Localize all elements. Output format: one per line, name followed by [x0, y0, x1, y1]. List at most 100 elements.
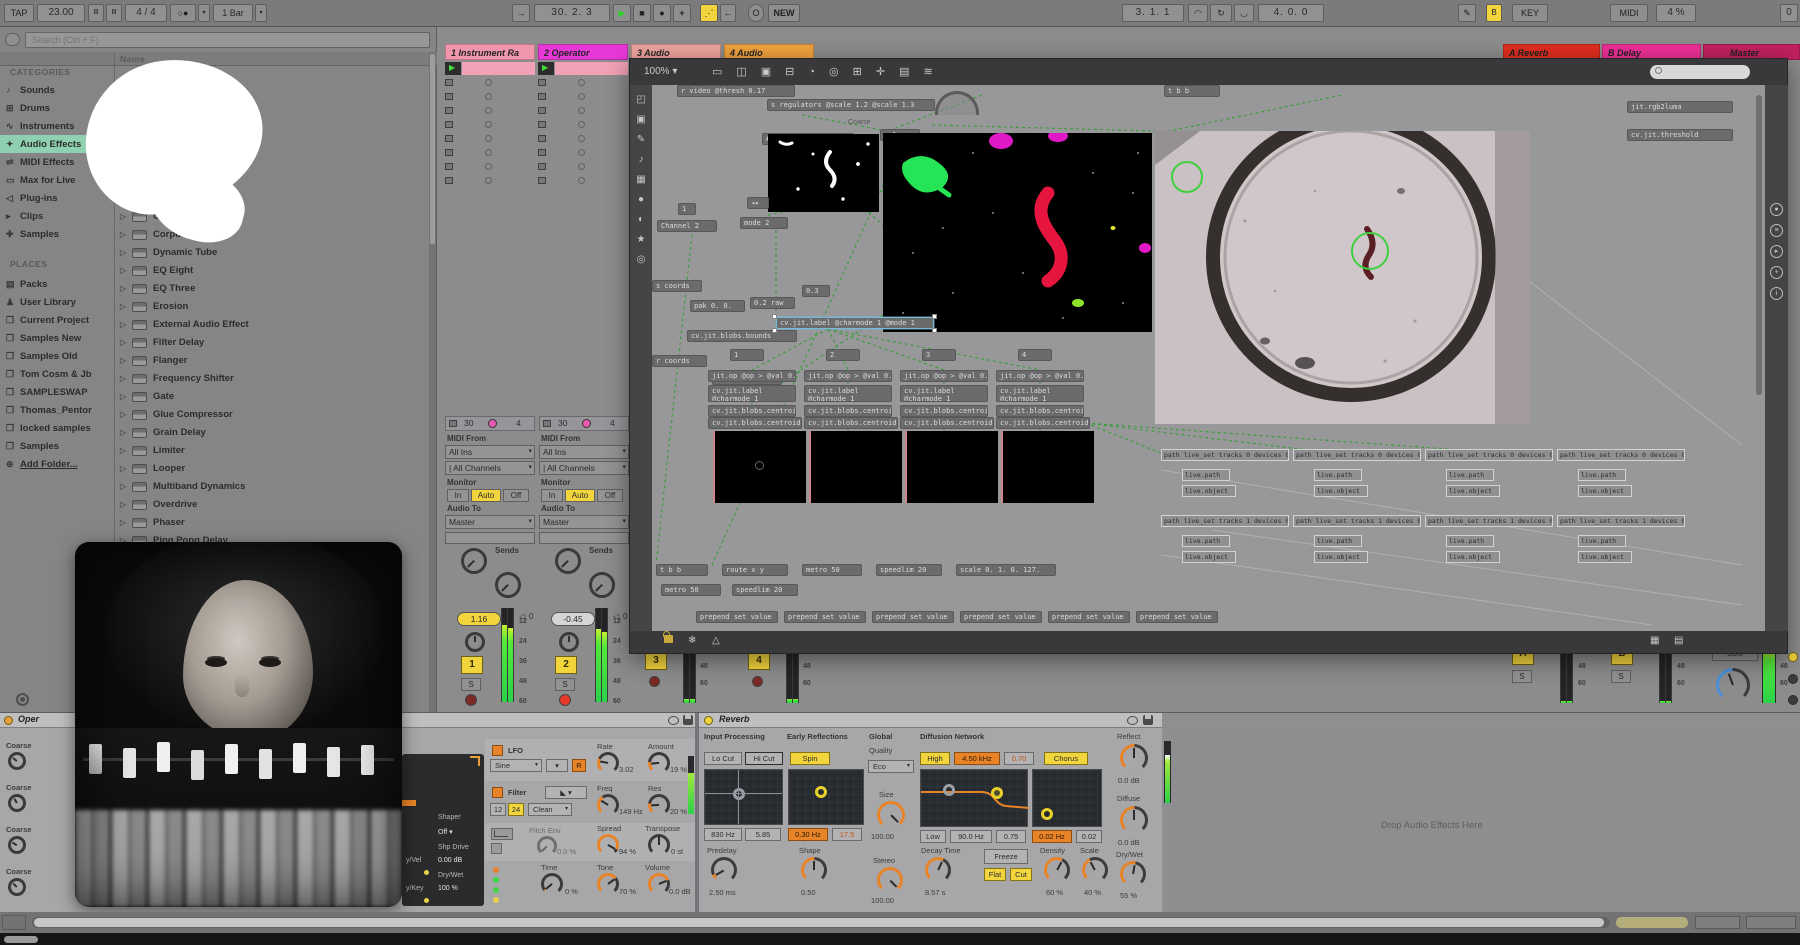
- filter-res-knob[interactable]: [648, 794, 670, 816]
- max-object-box[interactable]: Channel 2: [657, 220, 717, 232]
- track-solo-button[interactable]: S: [461, 678, 481, 691]
- punch-out-icon[interactable]: ◡: [1234, 4, 1254, 22]
- max-comment[interactable]: Coarse: [848, 119, 871, 126]
- flat-button[interactable]: Flat: [984, 868, 1006, 881]
- follow-b-badge[interactable]: B: [1486, 4, 1502, 22]
- max-object-box[interactable]: live.object: [1182, 485, 1236, 497]
- places-item[interactable]: ❐Thomas_Pentor: [0, 401, 114, 419]
- hot-swap-icon[interactable]: [668, 716, 679, 725]
- decay-knob[interactable]: [925, 857, 951, 883]
- expand-triangle-icon[interactable]: ▷: [120, 280, 132, 298]
- expand-triangle-icon[interactable]: ▷: [120, 424, 132, 442]
- places-item[interactable]: ❐Samples New: [0, 329, 114, 347]
- spread-value[interactable]: 94 %: [619, 847, 636, 856]
- clip-stop-button[interactable]: [538, 135, 546, 142]
- max-object-box[interactable]: live.object: [1578, 485, 1632, 497]
- high-amt-value[interactable]: 0.70: [1004, 752, 1034, 765]
- session-record-button[interactable]: O: [748, 4, 764, 22]
- send-a-knob[interactable]: [461, 548, 487, 574]
- max-object-box[interactable]: live.object: [1314, 551, 1368, 563]
- expand-triangle-icon[interactable]: ▷: [120, 262, 132, 280]
- size-knob[interactable]: [877, 801, 905, 829]
- clip-slot-circle-icon[interactable]: [578, 163, 585, 170]
- input-freq-value[interactable]: 830 Hz: [704, 828, 742, 841]
- shape-value[interactable]: 0.50: [801, 888, 816, 897]
- clip-play-button[interactable]: ▶: [538, 62, 554, 75]
- save-preset-icon[interactable]: [1143, 715, 1153, 725]
- reverb-device-header[interactable]: Reverb: [699, 713, 1162, 728]
- max-message-box[interactable]: prepend set value: [696, 611, 778, 623]
- loop-button[interactable]: ↻: [1210, 4, 1232, 22]
- play-button[interactable]: ▶: [613, 4, 631, 22]
- low-shelf-button[interactable]: Low: [920, 830, 946, 843]
- track-volume-display[interactable]: 1.16: [457, 612, 501, 626]
- clip-slot-circle-icon[interactable]: [578, 177, 585, 184]
- clip-stop-button[interactable]: [445, 177, 453, 184]
- max-message-box[interactable]: prepend set value: [960, 611, 1042, 623]
- amount-value[interactable]: 19 %: [670, 765, 687, 774]
- op-drywet-value[interactable]: 100 %: [438, 885, 458, 892]
- stop-all-clips-button[interactable]: [1788, 652, 1798, 662]
- max-object-box[interactable]: pak 0. 0.: [690, 300, 745, 312]
- chorus-button[interactable]: Chorus: [1044, 752, 1088, 765]
- shaper-value[interactable]: Off ▾: [438, 828, 453, 836]
- tone-value[interactable]: 70 %: [619, 887, 636, 896]
- max-object-box[interactable]: cv.jit.threshold: [1627, 129, 1733, 141]
- track3-arm-button[interactable]: [649, 676, 660, 687]
- device-activator-icon[interactable]: [4, 716, 13, 725]
- clip-stop-button[interactable]: [445, 135, 453, 142]
- clip-stop-button[interactable]: [538, 149, 546, 156]
- nudge-up-button[interactable]: Ⅲ: [106, 4, 122, 22]
- horizontal-scrollbar-thumb[interactable]: [34, 918, 1604, 927]
- max-path-message[interactable]: path live_set tracks 1 devices 0 paramet…: [1425, 515, 1553, 527]
- max-object-box[interactable]: metro 50: [802, 564, 862, 576]
- send-b-knob[interactable]: [495, 572, 521, 598]
- max-object-box[interactable]: live.object: [1578, 551, 1632, 563]
- effect-list-item[interactable]: ▷Frequency Shifter: [115, 370, 429, 388]
- effect-list-item[interactable]: ▷Glue Compressor: [115, 406, 429, 424]
- max-object-box[interactable]: cv.jit.blobs.centroids: [996, 405, 1084, 417]
- metronome-dropdown-arrow-icon[interactable]: ▾: [198, 4, 210, 22]
- draw-mode-pencil-icon[interactable]: ✎: [1458, 4, 1476, 22]
- max-object-box[interactable]: jit.op @op > @val 0.5: [900, 370, 988, 382]
- effect-list-item[interactable]: ▷Looper: [115, 460, 429, 478]
- clip-slot-circle-icon[interactable]: [578, 79, 585, 86]
- clip-slot-circle-icon[interactable]: [485, 93, 492, 100]
- time-signature-display[interactable]: 4 / 4: [125, 4, 167, 22]
- clip-stop-button[interactable]: [538, 121, 546, 128]
- stereo-knob[interactable]: [877, 867, 903, 893]
- selection-handle[interactable]: [932, 328, 937, 333]
- max-object-box[interactable]: live.object: [1446, 551, 1500, 563]
- diffuse-value[interactable]: 0.0 dB: [1118, 838, 1140, 847]
- browser-scrollbar-thumb[interactable]: [430, 54, 435, 244]
- sidebar-item-sounds[interactable]: ♪Sounds: [0, 81, 114, 99]
- monitor-auto-button[interactable]: Auto: [471, 489, 501, 502]
- lfo-wave-select[interactable]: Sine▾: [490, 759, 542, 772]
- clip-slot-circle-icon[interactable]: [485, 149, 492, 156]
- max-selected-object-box[interactable]: cv.jit.label @charmode 1 @mode 1: [776, 317, 934, 329]
- clip-slot-circle-icon[interactable]: [578, 107, 585, 114]
- max-number-box[interactable]: 3: [922, 349, 956, 361]
- xy-handle[interactable]: [815, 786, 827, 798]
- max-object-box[interactable]: cv.jit.blobs.centroids: [900, 405, 988, 417]
- effect-list-item[interactable]: ▷Limiter: [115, 442, 429, 460]
- max-object-box[interactable]: s coords: [652, 280, 702, 292]
- time-knob[interactable]: [541, 873, 563, 895]
- clip-track1[interactable]: [462, 62, 535, 75]
- clip-slot-circle-icon[interactable]: [485, 121, 492, 128]
- osc-d-coarse-knob[interactable]: [8, 878, 26, 896]
- max-dial[interactable]: [935, 91, 979, 115]
- monitor-in-button[interactable]: In: [541, 489, 563, 502]
- max-number-box[interactable]: 2: [826, 349, 860, 361]
- stop-icon[interactable]: [449, 420, 457, 427]
- filter-12db-button[interactable]: 12: [490, 803, 506, 816]
- max-message-box[interactable]: prepend set value: [1048, 611, 1130, 623]
- effect-list-item[interactable]: ▷EQ Eight: [115, 262, 429, 280]
- places-item[interactable]: ❐Samples: [0, 437, 114, 455]
- stop-button[interactable]: ■: [633, 4, 651, 22]
- decay-value[interactable]: 8.57 s: [925, 888, 945, 897]
- high-freq-value[interactable]: 4.50 kHz: [954, 752, 1000, 765]
- hot-swap-icon[interactable]: [1127, 716, 1138, 725]
- tempo-display[interactable]: 23.00: [37, 4, 85, 22]
- pan-value[interactable]: 0: [529, 612, 533, 621]
